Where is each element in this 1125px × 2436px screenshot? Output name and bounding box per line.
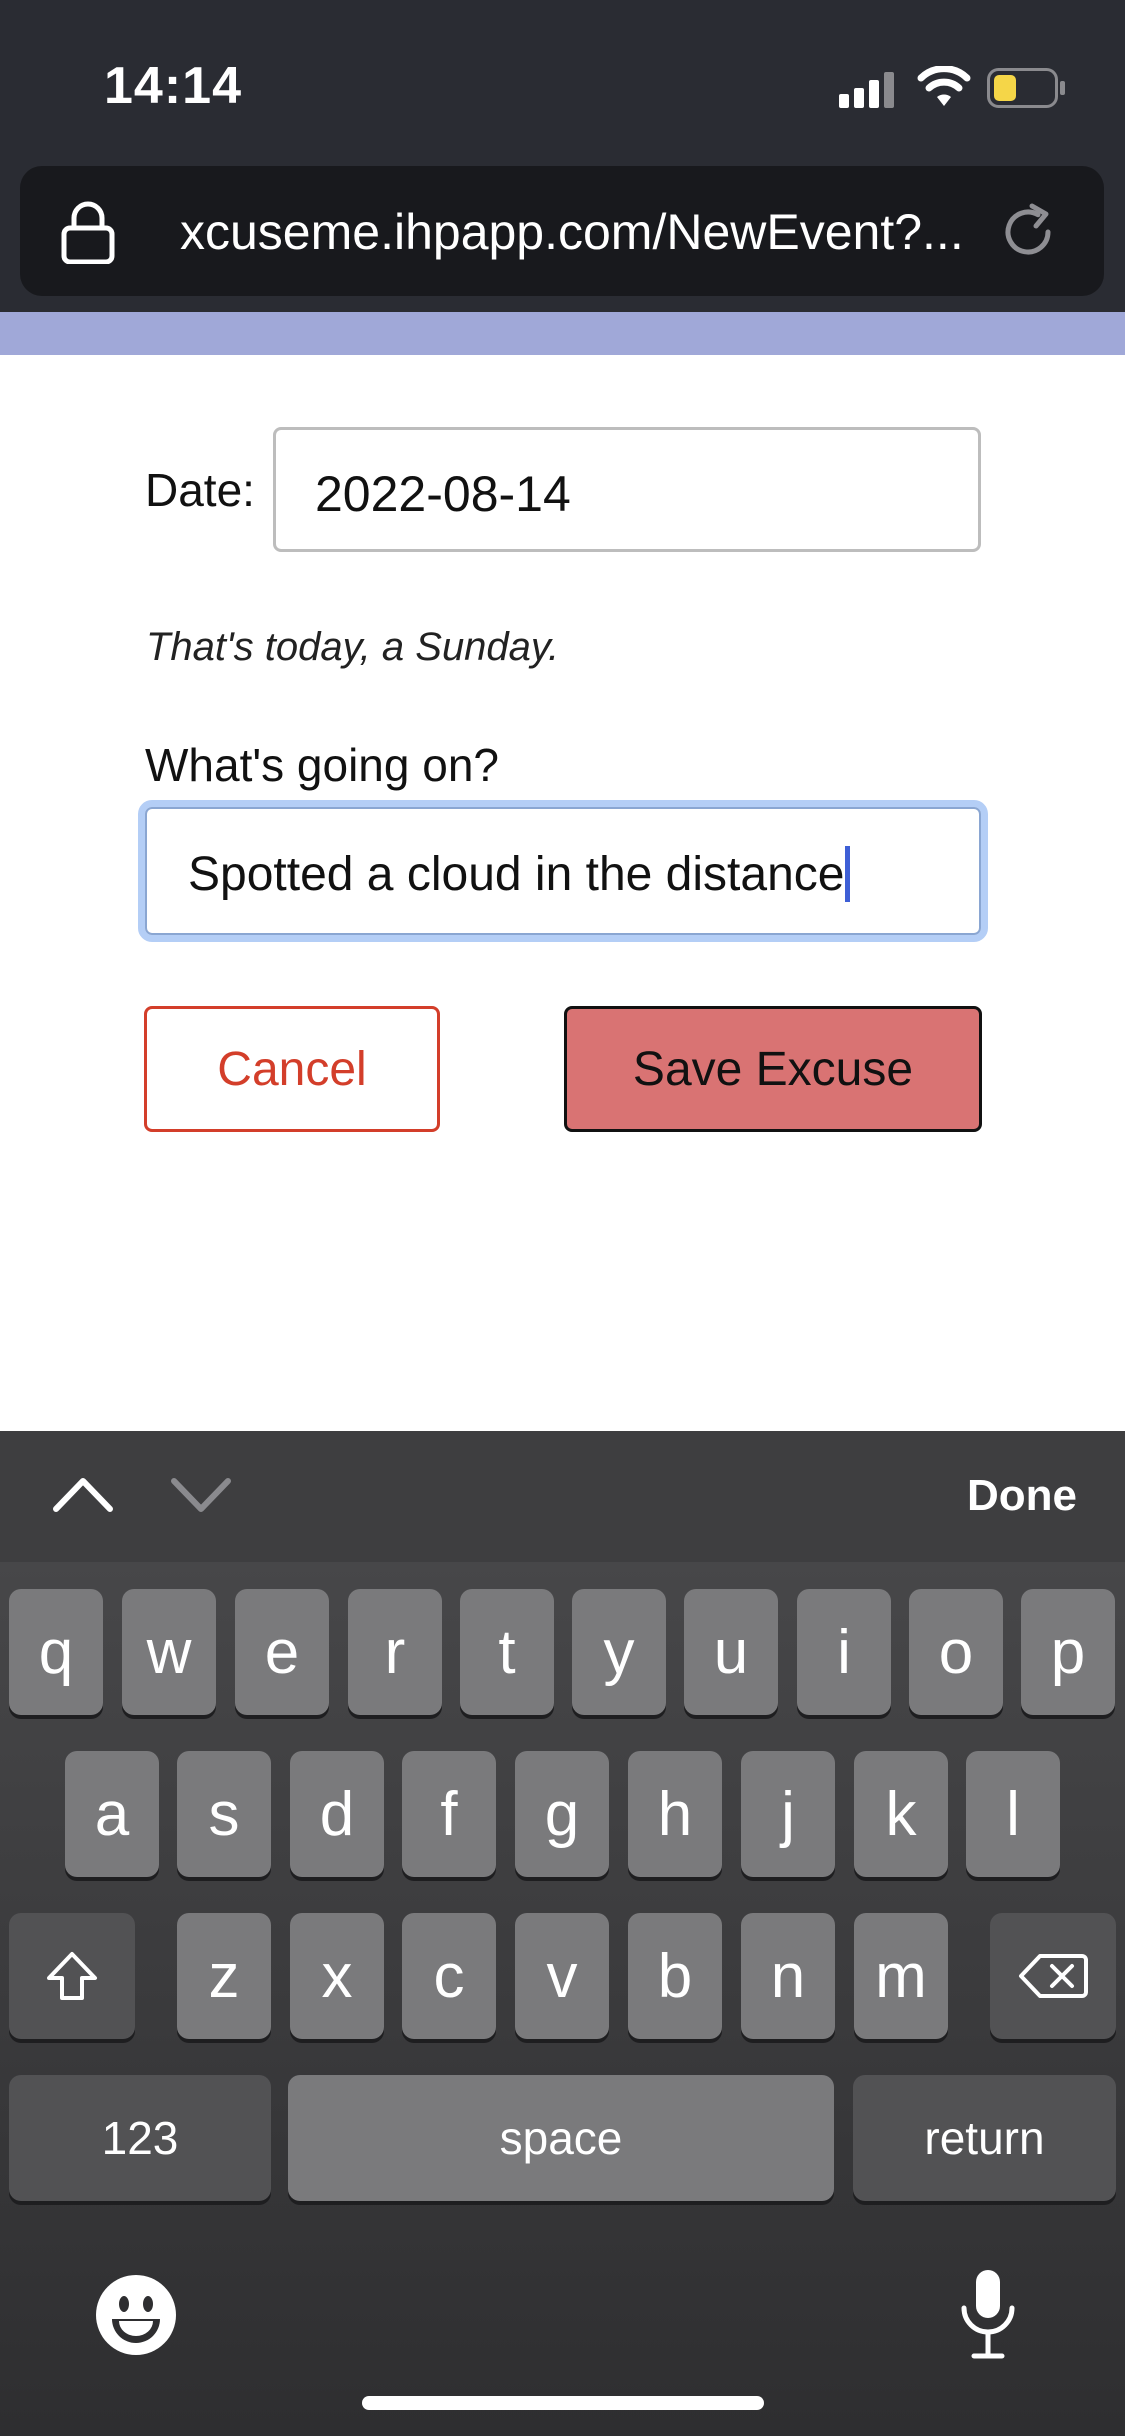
text-caret (845, 846, 851, 902)
key-b[interactable]: b (628, 1913, 722, 2039)
lock-icon (61, 201, 115, 264)
description-field-text: Spotted a cloud in the distance (188, 846, 851, 902)
microphone-icon[interactable] (958, 2268, 1018, 2360)
save-excuse-button[interactable]: Save Excuse (564, 1006, 982, 1132)
key-v[interactable]: v (515, 1913, 609, 2039)
key-w[interactable]: w (122, 1589, 216, 1715)
header-accent-bar (0, 312, 1125, 355)
key-e[interactable]: e (235, 1589, 329, 1715)
key-a[interactable]: a (65, 1751, 159, 1877)
battery-icon (987, 68, 1065, 108)
key-z[interactable]: z (177, 1913, 271, 2039)
key-i[interactable]: i (797, 1589, 891, 1715)
description-label: What's going on? (145, 739, 500, 791)
chevron-up-icon[interactable] (50, 1471, 116, 1517)
key-d[interactable]: d (290, 1751, 384, 1877)
emoji-icon[interactable] (95, 2274, 177, 2356)
shift-icon (47, 1952, 97, 2000)
date-field[interactable]: 2022-08-14 (273, 427, 981, 552)
key-f[interactable]: f (402, 1751, 496, 1877)
chevron-down-icon[interactable] (168, 1471, 234, 1517)
date-label: Date: (145, 464, 255, 516)
address-bar[interactable]: xcuseme.ihpapp.com/NewEvent?... (20, 166, 1104, 296)
cellular-signal-icon (839, 72, 897, 108)
key-j[interactable]: j (741, 1751, 835, 1877)
key-m[interactable]: m (854, 1913, 948, 2039)
description-field[interactable]: Spotted a cloud in the distance (138, 800, 988, 942)
key-n[interactable]: n (741, 1913, 835, 2039)
done-button[interactable]: Done (967, 1471, 1077, 1521)
key-y[interactable]: y (572, 1589, 666, 1715)
date-note: That's today, a Sunday. (146, 625, 560, 669)
key-u[interactable]: u (684, 1589, 778, 1715)
url-text[interactable]: xcuseme.ihpapp.com/NewEvent?... (180, 203, 1000, 261)
key-r[interactable]: r (348, 1589, 442, 1715)
delete-icon (1019, 1954, 1088, 1998)
cancel-button[interactable]: Cancel (144, 1006, 440, 1132)
return-key[interactable]: return (853, 2075, 1116, 2201)
wifi-icon (917, 66, 971, 106)
keyboard-toolbar: Done (0, 1431, 1125, 1562)
key-g[interactable]: g (515, 1751, 609, 1877)
space-key[interactable]: space (288, 2075, 834, 2201)
delete-key[interactable] (990, 1913, 1116, 2039)
key-h[interactable]: h (628, 1751, 722, 1877)
key-p[interactable]: p (1021, 1589, 1115, 1715)
home-indicator[interactable] (362, 2396, 764, 2410)
date-field-value: 2022-08-14 (315, 466, 571, 522)
key-o[interactable]: o (909, 1589, 1003, 1715)
description-field-value: Spotted a cloud in the distance (188, 848, 845, 901)
key-s[interactable]: s (177, 1751, 271, 1877)
reload-icon[interactable] (998, 202, 1058, 262)
key-t[interactable]: t (460, 1589, 554, 1715)
key-l[interactable]: l (966, 1751, 1060, 1877)
key-q[interactable]: q (9, 1589, 103, 1715)
numbers-key[interactable]: 123 (9, 2075, 271, 2201)
shift-key[interactable] (9, 1913, 135, 2039)
key-c[interactable]: c (402, 1913, 496, 2039)
key-x[interactable]: x (290, 1913, 384, 2039)
browser-chrome: 14:14 xcuseme.ihpapp.com/NewEvent?... (0, 0, 1125, 312)
key-k[interactable]: k (854, 1751, 948, 1877)
status-time: 14:14 (104, 57, 242, 115)
